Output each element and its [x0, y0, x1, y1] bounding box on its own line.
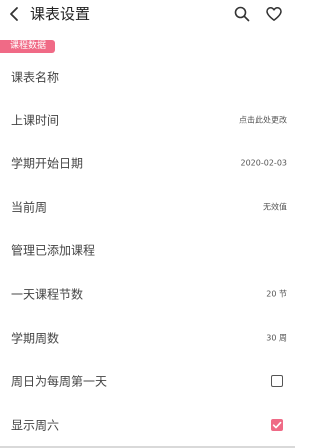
row-value: 点击此处更改: [239, 115, 287, 125]
row-show-saturday[interactable]: 显示周六: [0, 403, 295, 447]
row-sunday-first[interactable]: 周日为每周第一天: [0, 359, 295, 403]
row-label: 管理已添加课程: [11, 243, 96, 258]
row-term-start-date[interactable]: 学期开始日期 2020-02-03: [0, 141, 295, 185]
row-label: 学期周数: [11, 331, 60, 346]
sunday-first-checkbox[interactable]: [271, 375, 283, 387]
row-label: 学期开始日期: [11, 156, 84, 171]
row-lessons-per-day[interactable]: 一天课程节数 20 节: [0, 272, 295, 316]
chevron-left-icon[interactable]: [6, 5, 24, 23]
heart-outline-icon[interactable]: [265, 5, 283, 23]
row-schedule-name[interactable]: 课表名称: [0, 55, 295, 99]
search-icon[interactable]: [233, 5, 251, 23]
row-current-week[interactable]: 当前周 无效值: [0, 185, 295, 229]
row-label: 课表名称: [11, 70, 60, 85]
row-manage-courses[interactable]: 管理已添加课程: [0, 228, 295, 272]
row-label: 当前周: [11, 200, 48, 215]
top-app-bar: 课表设置: [0, 0, 295, 30]
checkmark-icon: [272, 421, 282, 429]
row-value: 30 周: [266, 333, 287, 343]
row-label: 周日为每周第一天: [11, 374, 108, 389]
row-term-weeks[interactable]: 学期周数 30 周: [0, 316, 295, 360]
row-value: 20 节: [266, 289, 287, 299]
page-title: 课表设置: [30, 5, 91, 23]
row-label: 显示周六: [11, 418, 60, 433]
section-badge-course-data: 课程数据: [0, 40, 56, 53]
row-label: 一天课程节数: [11, 287, 84, 302]
row-class-time[interactable]: 上课时间 点击此处更改: [0, 98, 295, 142]
row-label: 上课时间: [11, 113, 60, 128]
row-value: 无效值: [263, 202, 287, 212]
show-saturday-checkbox[interactable]: [271, 419, 283, 431]
row-value: 2020-02-03: [240, 158, 288, 168]
